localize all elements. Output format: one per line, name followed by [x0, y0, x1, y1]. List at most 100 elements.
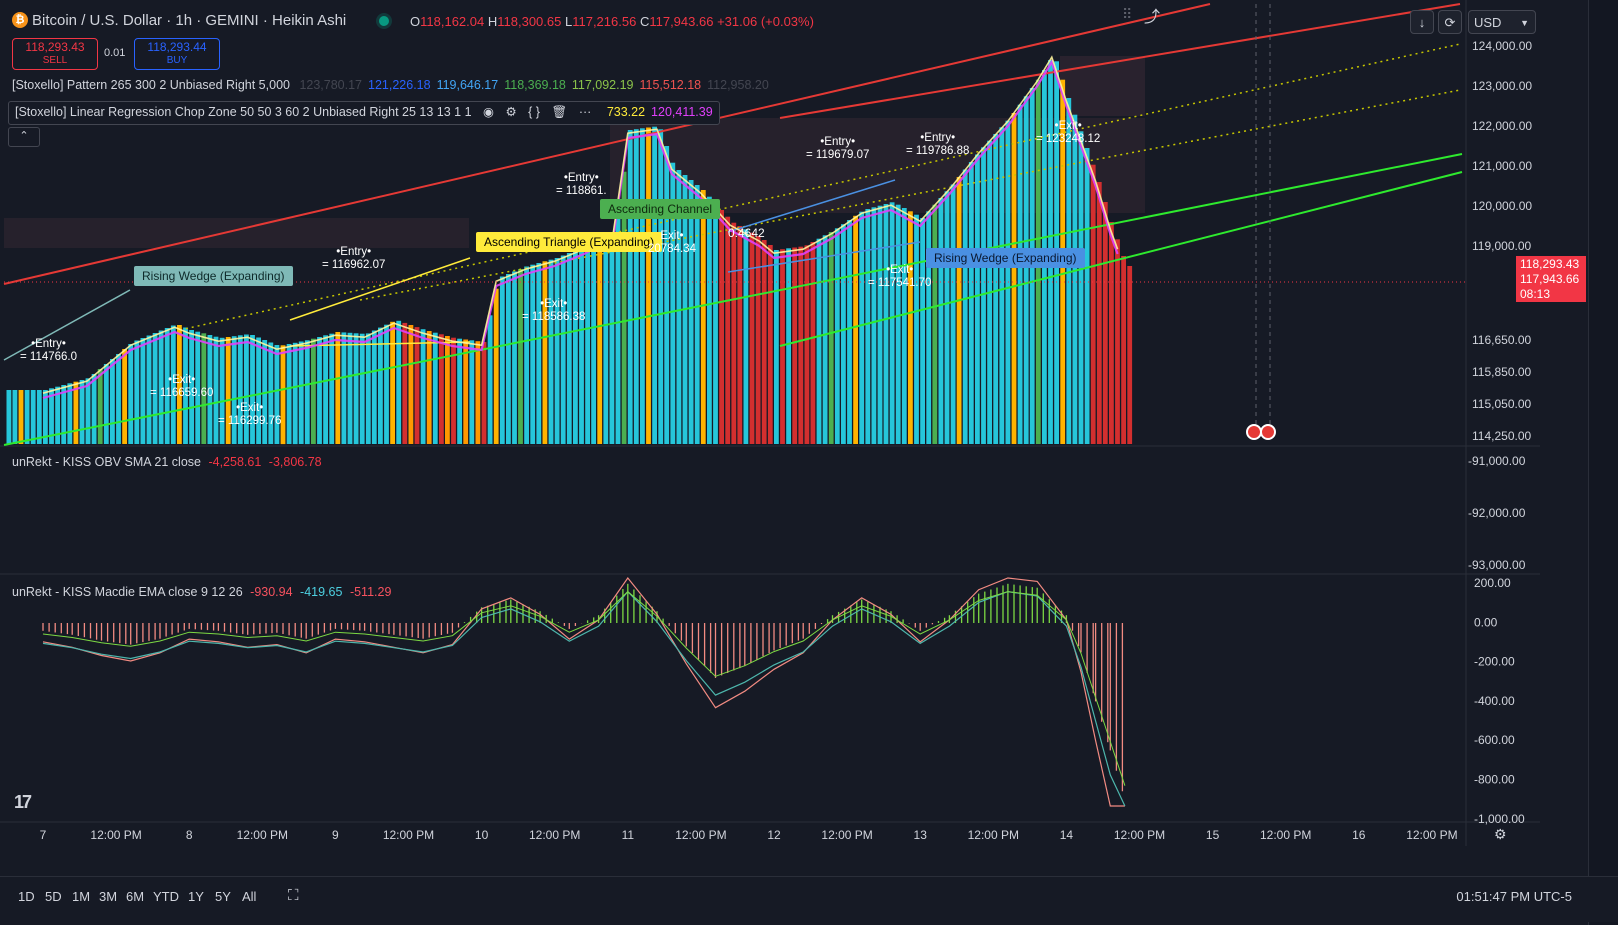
heikin-ashi-bar: [420, 329, 426, 444]
heikin-ashi-bar: [774, 250, 779, 444]
entry-annotation-value: = 119786.88: [906, 145, 970, 157]
time-axis-tick: 12: [767, 828, 781, 842]
us-flag-event-icon[interactable]: [1260, 424, 1276, 440]
range-button-1d[interactable]: 1D: [18, 889, 35, 904]
heikin-ashi-bar: [895, 204, 901, 444]
price-axis-tick: 121,000.00: [1472, 159, 1532, 173]
entry-annotation-value: = 118861.: [556, 185, 607, 197]
heikin-ashi-bar: [822, 235, 828, 444]
heikin-ashi-bar: [6, 390, 12, 444]
heikin-ashi-bar: [134, 340, 140, 444]
time-axis-tick: 12:00 PM: [529, 828, 580, 842]
delete-icon[interactable]: 🗑: [551, 105, 567, 119]
currency-select[interactable]: USD ▼: [1468, 10, 1536, 34]
exit-annotation: •Exit• = 118586.38: [522, 298, 585, 324]
heikin-ashi-bar: [1078, 131, 1084, 445]
heikin-ashi-bar: [1011, 113, 1017, 444]
heikin-ashi-bar: [1102, 202, 1108, 444]
zero-label: 0.4642: [728, 226, 765, 240]
time-axis-tick: 9: [332, 828, 339, 842]
macd-legend[interactable]: unRekt - KISS Macdie EMA close 9 12 26 -…: [12, 585, 391, 599]
settings-icon[interactable]: ⚙: [505, 105, 516, 119]
heikin-ashi-bar: [79, 380, 85, 444]
pattern-value-1: 123,780.17: [299, 78, 363, 92]
macd-axis-tick: -200.00: [1474, 655, 1515, 669]
heikin-ashi-bar: [865, 209, 871, 444]
collapse-legend-button[interactable]: ⌃: [8, 127, 40, 147]
heikin-ashi-bar: [518, 269, 523, 444]
range-button-all[interactable]: All: [242, 889, 256, 904]
macd-value-2: -419.65: [300, 585, 343, 599]
heikin-ashi-bar: [1127, 266, 1133, 444]
heikin-ashi-bar: [439, 334, 444, 444]
drag-handle-icon[interactable]: ⠿: [1122, 6, 1132, 23]
range-button-5y[interactable]: 5Y: [215, 889, 231, 904]
range-button-ytd[interactable]: YTD: [153, 889, 179, 904]
heikin-ashi-bar: [73, 381, 79, 444]
heikin-ashi-bar: [554, 258, 560, 444]
heikin-ashi-bar: [286, 344, 292, 444]
refresh-button[interactable]: ⟳: [1438, 10, 1462, 34]
heikin-ashi-bar: [493, 288, 499, 444]
exit-annotation-label: •Exit•: [886, 264, 914, 276]
heikin-ashi-bar: [292, 342, 298, 445]
resistance-zone: [1060, 56, 1145, 116]
obv-legend[interactable]: unRekt - KISS OBV SMA 21 close -4,258.61…: [12, 455, 322, 469]
exit-annotation-value: = 123248.12: [1036, 133, 1101, 145]
heikin-ashi-bar: [347, 332, 353, 444]
heikin-ashi-bar: [999, 127, 1005, 445]
high-value: 118,300.65: [497, 14, 562, 29]
heikin-ashi-bar: [110, 359, 115, 444]
lr-indicator-legend[interactable]: [Stoxello] Linear Regression Chop Zone 5…: [8, 101, 720, 125]
heikin-ashi-bar: [993, 134, 999, 444]
eye-icon[interactable]: ◉: [483, 105, 494, 119]
range-button-5d[interactable]: 5D: [45, 889, 62, 904]
price-axis-tick: 115,050.00: [1472, 397, 1531, 411]
sell-button[interactable]: 118,293.43 SELL: [12, 38, 98, 70]
pattern-value-7: 112,958.20: [707, 78, 769, 92]
heikin-ashi-bar: [859, 211, 865, 444]
heikin-ashi-bar: [530, 264, 536, 444]
buy-label: BUY: [166, 55, 188, 66]
trend-toggle-icon[interactable]: ⤴: [1144, 3, 1160, 27]
exit-annotation: •Exit• = 123248.12: [1036, 120, 1100, 146]
heikin-ashi-bar: [335, 332, 341, 444]
heikin-ashi-bar: [786, 248, 791, 444]
heikin-ashi-bar: [323, 335, 328, 444]
more-icon[interactable]: ···: [579, 105, 592, 119]
pattern-label-4: Rising Wedge (Expanding): [926, 248, 1085, 268]
ohlc-readout: O118,162.04 H118,300.65 L117,216.56 C117…: [410, 14, 814, 29]
heikin-ashi-bar: [901, 208, 907, 444]
range-button-1y[interactable]: 1Y: [188, 889, 204, 904]
heikin-ashi-bar: [1023, 96, 1029, 445]
range-button-1m[interactable]: 1M: [72, 889, 90, 904]
heikin-ashi-bar: [810, 242, 816, 444]
time-axis-tick: 12:00 PM: [968, 828, 1019, 842]
exit-annotation-value: = 118586.38: [522, 311, 586, 323]
time-axis-settings-icon[interactable]: ⚙: [1494, 826, 1507, 843]
heikin-ashi-bar: [128, 344, 134, 444]
pattern-value-4: 118,369.18: [504, 78, 566, 92]
price-axis-tick: 122,000.00: [1472, 119, 1532, 133]
heikin-ashi-bar: [1096, 182, 1102, 444]
time-axis-tick: 14: [1060, 828, 1074, 842]
heikin-ashi-bar: [140, 338, 146, 444]
time-axis-tick: 12:00 PM: [237, 828, 288, 842]
symbol-title[interactable]: Bitcoin / U.S. Dollar · 1h · GEMINI · He…: [32, 12, 346, 29]
heikin-ashi-bar: [908, 211, 913, 444]
macd-axis-tick: -600.00: [1474, 733, 1515, 747]
close-value: 117,943.66: [649, 14, 714, 29]
range-button-3m[interactable]: 3M: [99, 889, 117, 904]
source-code-icon[interactable]: { }: [528, 105, 540, 119]
calendar-range-icon[interactable]: ⛶: [288, 887, 299, 904]
entry-annotation-value: = 116962.07: [322, 259, 386, 271]
buy-button[interactable]: 118,293.44 BUY: [134, 38, 220, 70]
heikin-ashi-bar: [560, 255, 566, 444]
pattern-indicator-legend[interactable]: [Stoxello] Pattern 265 300 2 Unbiased Ri…: [12, 78, 769, 92]
range-button-6m[interactable]: 6M: [126, 889, 144, 904]
download-button[interactable]: ↓: [1410, 10, 1434, 34]
heikin-ashi-bar: [116, 354, 121, 444]
entry-annotation-label: •Entry•: [920, 132, 956, 144]
pattern-label-1: Rising Wedge (Expanding): [134, 266, 293, 286]
pattern-value-3: 119,646.17: [436, 78, 499, 92]
